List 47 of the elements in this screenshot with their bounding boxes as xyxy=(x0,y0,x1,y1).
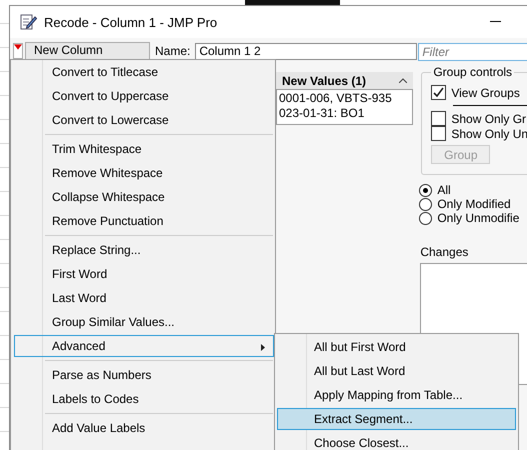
checkbox[interactable] xyxy=(431,85,446,100)
menu-item[interactable]: Apply Mapping from Table... xyxy=(277,384,516,406)
checkbox-label: Show Only Gr xyxy=(451,112,526,126)
name-field[interactable]: Column 1 2 xyxy=(195,42,418,60)
menu-item[interactable]: Convert to Uppercase xyxy=(15,85,274,107)
window-title: Recode - Column 1 - JMP Pro xyxy=(44,14,218,30)
menu-item[interactable]: Convert to Lowercase xyxy=(15,109,274,131)
minimize-icon[interactable] xyxy=(490,21,501,23)
menu-item[interactable]: Trim Whitespace xyxy=(15,138,274,160)
radio-button[interactable] xyxy=(419,184,432,196)
triangle-menu-button[interactable] xyxy=(13,43,23,59)
submenu-arrow-icon xyxy=(261,344,265,351)
checkbox-label: Show Only Un xyxy=(451,126,527,140)
radio-button[interactable] xyxy=(419,198,432,210)
checkbox[interactable] xyxy=(431,111,446,126)
pencil-notepad-icon xyxy=(19,13,37,31)
menu-item[interactable]: Parse as Numbers xyxy=(15,364,274,386)
menu-item[interactable]: Advanced xyxy=(14,335,274,357)
checkbox[interactable] xyxy=(431,126,446,141)
menu-item[interactable]: All but First Word xyxy=(277,336,516,358)
radio-label: Only Modified xyxy=(437,197,511,211)
checkbox-label: View Groups xyxy=(451,86,520,100)
name-label: Name: xyxy=(155,44,190,58)
column-header[interactable]: New Values (1) xyxy=(276,72,413,89)
filter-field[interactable]: Filter xyxy=(418,43,527,61)
menu-item[interactable]: Extract Segment... xyxy=(277,408,516,430)
group-title: Group controls xyxy=(432,65,514,79)
menu-item[interactable]: Remove Punctuation xyxy=(15,210,274,232)
menu-item[interactable]: Convert to Titlecase xyxy=(15,61,274,83)
menu-item[interactable]: Labels to Codes xyxy=(15,388,274,410)
menu-item[interactable]: Last Word xyxy=(15,287,274,309)
table-cell-text: 023-01-31: BO1 xyxy=(278,106,366,121)
sort-caret-icon xyxy=(399,78,407,83)
menu-item[interactable]: Choose Closest... xyxy=(277,432,516,450)
column-dropdown[interactable]: New Column xyxy=(25,42,150,60)
radio-label: Only Unmodifie xyxy=(437,211,520,225)
changes-label: Changes xyxy=(420,245,470,259)
menu-item[interactable]: First Word xyxy=(15,263,274,285)
menu-item[interactable]: Collapse Whitespace xyxy=(15,186,274,208)
menu-item[interactable]: Group Similar Values... xyxy=(15,311,274,333)
menu-item[interactable]: Add Value Labels xyxy=(15,417,274,439)
radio-button[interactable] xyxy=(419,212,432,224)
radio-label: All xyxy=(437,183,451,197)
table-cell-text: 0001-006, VBTS-935 xyxy=(278,91,393,106)
menu-item[interactable]: Replace String... xyxy=(15,239,274,261)
menu-item[interactable]: All but Last Word xyxy=(277,360,516,382)
menu-item[interactable]: Remove Whitespace xyxy=(15,162,274,184)
